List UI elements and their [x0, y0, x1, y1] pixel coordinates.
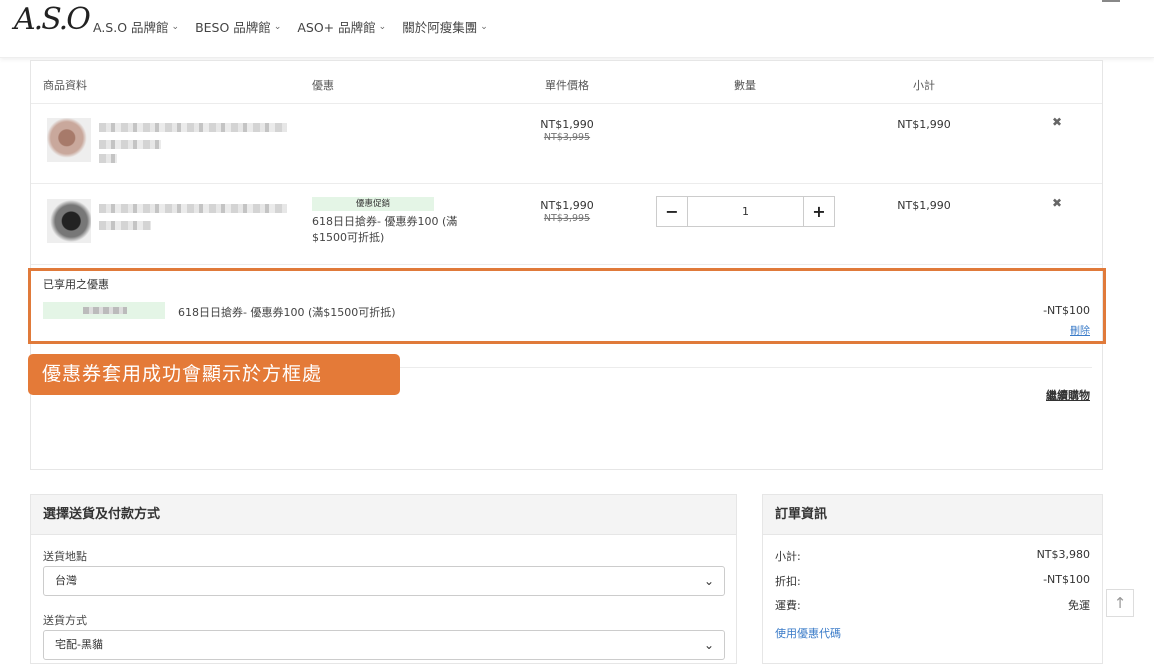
col-product: 商品資料 — [43, 79, 87, 92]
product-name-blurred[interactable] — [99, 123, 287, 132]
shipping-payment-panel: 選擇送貨及付款方式 送貨地點 台灣 ⌄ 送貨方式 宅配-黑貓 ⌄ — [30, 494, 737, 664]
location-select[interactable]: 台灣 ⌄ — [43, 566, 725, 596]
row-subtotal: NT$1,990 — [897, 199, 951, 212]
shipping-fee-row: 運費: 免運 — [775, 599, 1090, 612]
divider — [31, 183, 1102, 184]
col-promo: 優惠 — [312, 79, 334, 92]
divider — [31, 264, 1102, 265]
remove-item-icon[interactable]: ✖ — [1052, 115, 1062, 129]
row-subtotal: NT$1,990 — [897, 118, 951, 131]
nav-about[interactable]: 關於阿瘦集團 ⌄ — [402, 17, 488, 36]
chevron-down-icon: ⌄ — [378, 21, 387, 32]
decrease-qty-button[interactable]: − — [657, 197, 687, 226]
location-label: 送貨地點 — [43, 550, 87, 563]
site-header: A.S.O A.S.O 品牌館 ⌄ BESO 品牌館 ⌄ ASO+ 品牌館 ⌄ 關於阿… — [0, 0, 1154, 58]
unit-price: NT$1,990 NT$3,995 — [540, 118, 594, 143]
col-price: 單件價格 — [545, 79, 589, 92]
main-nav: A.S.O 品牌館 ⌄ BESO 品牌館 ⌄ ASO+ 品牌館 ⌄ 關於阿瘦集團 ⌄ — [93, 17, 488, 36]
quantity-stepper: − 1 + — [656, 196, 835, 227]
divider — [31, 103, 1102, 104]
menu-icon[interactable] — [1102, 0, 1120, 2]
quantity-input[interactable]: 1 — [687, 197, 804, 226]
order-panel-title: 訂單資訊 — [763, 495, 1102, 535]
shipping-panel-title: 選擇送貨及付款方式 — [31, 495, 736, 535]
subtotal-row: 小計: NT$3,980 — [775, 548, 1090, 563]
product-desc-blurred — [99, 221, 151, 230]
order-summary-panel: 訂單資訊 小計: NT$3,980 折扣: -NT$100 運費: 免運 使用優惠代碼 — [762, 494, 1103, 664]
chevron-down-icon: ⌄ — [273, 21, 282, 32]
product-desc-blurred — [99, 154, 117, 163]
increase-qty-button[interactable]: + — [804, 197, 834, 226]
annotation-callout: 優惠券套用成功會顯示於方框處 — [28, 354, 400, 395]
product-desc-blurred — [99, 140, 161, 149]
chevron-down-icon: ⌄ — [703, 574, 714, 588]
method-label: 送貨方式 — [43, 614, 87, 627]
use-coupon-link[interactable]: 使用優惠代碼 — [775, 625, 841, 641]
remove-item-icon[interactable]: ✖ — [1052, 196, 1062, 210]
highlight-box — [28, 268, 1106, 344]
discount-row: 折扣: -NT$100 — [775, 573, 1090, 588]
product-thumbnail[interactable] — [47, 118, 91, 162]
product-name-blurred[interactable] — [99, 204, 287, 213]
chevron-down-icon: ⌄ — [480, 21, 488, 32]
promo-description: 618日日搶券- 優惠券100 (滿$1500可折抵) — [312, 215, 458, 244]
shipping-method-select[interactable]: 宅配-黑貓 ⌄ — [43, 630, 725, 660]
cart-table: 商品資料 優惠 單件價格 數量 小計 NT$1,990 NT$3,995 NT$1… — [30, 60, 1103, 470]
col-subtotal: 小計 — [913, 79, 935, 92]
promo-badge: 優惠促銷 — [312, 197, 434, 211]
unit-price: NT$1,990 NT$3,995 — [540, 199, 594, 224]
chevron-down-icon: ⌄ — [171, 21, 180, 32]
nav-beso[interactable]: BESO 品牌館 ⌄ — [195, 17, 281, 36]
nav-aso[interactable]: A.S.O 品牌館 ⌄ — [93, 17, 179, 36]
col-qty: 數量 — [734, 79, 756, 92]
nav-aso-plus[interactable]: ASO+ 品牌館 ⌄ — [297, 17, 386, 36]
chevron-down-icon: ⌄ — [703, 638, 714, 652]
product-thumbnail[interactable] — [47, 199, 91, 243]
brand-logo[interactable]: A.S.O — [14, 2, 91, 37]
scroll-top-icon[interactable]: ↑ — [1106, 589, 1134, 617]
continue-shopping-link[interactable]: 繼續購物 — [1046, 387, 1090, 403]
